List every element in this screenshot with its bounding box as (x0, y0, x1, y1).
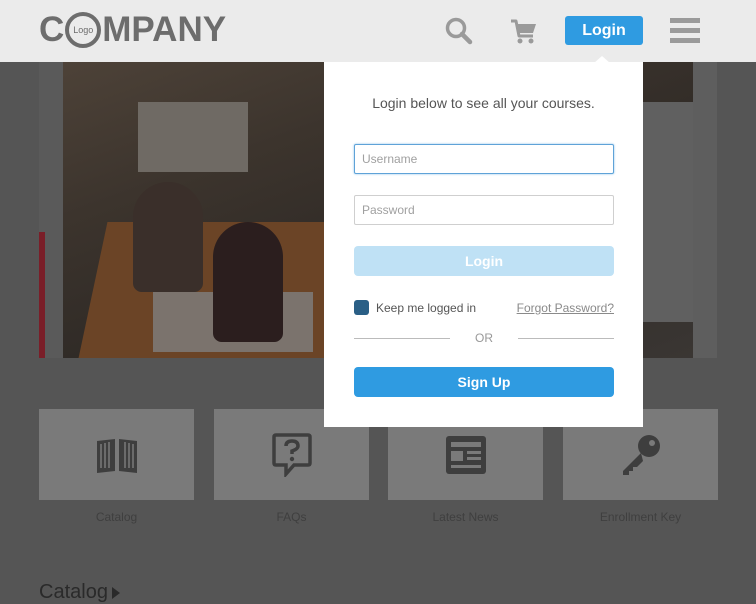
login-popover: Login below to see all your courses. Log… (324, 62, 643, 427)
catalog-section-title[interactable]: Catalog (39, 581, 120, 604)
newspaper-icon (445, 435, 486, 474)
logo-badge: Logo (65, 12, 102, 48)
signup-button[interactable]: Sign Up (354, 367, 614, 397)
divider-line-right (518, 338, 614, 339)
or-divider: OR (354, 330, 614, 346)
logo-first-letter: C (39, 10, 65, 49)
header-login-button[interactable]: Login (565, 16, 643, 45)
caret-right-icon (111, 586, 120, 599)
password-input[interactable] (354, 195, 614, 225)
login-message: Login below to see all your courses. (372, 95, 595, 111)
keep-logged-in[interactable]: Keep me logged in (354, 300, 476, 315)
open-book-icon (96, 438, 137, 473)
cart-icon[interactable] (509, 16, 539, 51)
popover-caret (594, 56, 610, 63)
hamburger-menu-icon[interactable] (668, 17, 702, 50)
question-bubble-icon (271, 432, 312, 477)
keep-logged-in-checkbox[interactable] (354, 300, 369, 315)
username-input[interactable] (354, 144, 614, 174)
logo-badge-text: Logo (73, 25, 94, 35)
carousel-prev-slide[interactable] (39, 62, 63, 358)
company-logo[interactable]: C Logo MPANY (39, 12, 226, 48)
tile-catalog[interactable] (39, 409, 194, 500)
login-submit-button[interactable]: Login (354, 246, 614, 276)
quick-links: Catalog FAQs Latest News Enrollment Key (39, 409, 718, 529)
logo-rest-text: MPANY (102, 10, 227, 49)
section-title-text: Catalog (39, 581, 108, 603)
tile-faqs-label: FAQs (276, 510, 307, 524)
tile-latest-news-label: Latest News (432, 510, 499, 524)
keep-logged-in-label: Keep me logged in (376, 300, 477, 315)
forgot-password-link[interactable]: Forgot Password? (517, 301, 614, 315)
tile-enrollment-key-label: Enrollment Key (599, 510, 682, 524)
search-icon[interactable] (444, 16, 474, 51)
carousel-next-slide[interactable] (693, 62, 717, 358)
key-icon (622, 434, 660, 475)
tile-catalog-label: Catalog (95, 510, 138, 524)
top-header: C Logo MPANY Login (0, 0, 756, 62)
